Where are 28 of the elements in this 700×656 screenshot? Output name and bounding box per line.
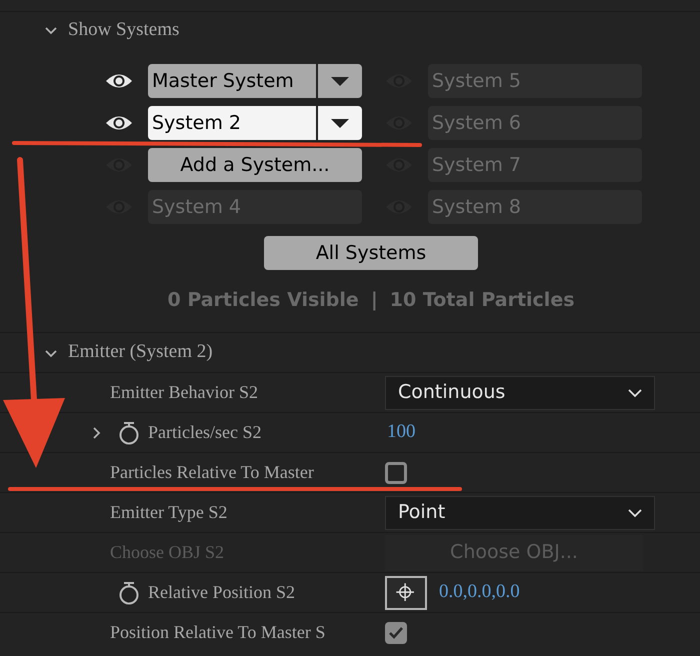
- property-label: Relative Position S2: [148, 581, 296, 604]
- section-title[interactable]: Show Systems: [68, 16, 180, 44]
- stopwatch-icon[interactable]: [118, 580, 140, 604]
- all-systems-button[interactable]: All Systems: [264, 236, 478, 270]
- property-label: Particles Relative To Master: [110, 461, 314, 484]
- property-label: Emitter Behavior S2: [110, 381, 258, 404]
- check-icon: [388, 626, 404, 640]
- system-dropdown[interactable]: Master System: [148, 64, 362, 98]
- value-number[interactable]: 100: [385, 418, 416, 447]
- separator-text: |: [370, 288, 378, 313]
- property-label: Emitter Type S2: [110, 501, 228, 524]
- property-label: Particles/sec S2: [148, 421, 262, 444]
- crosshair-icon[interactable]: [385, 576, 427, 610]
- value-dropdown[interactable]: Continuous: [385, 376, 655, 410]
- system-dropdown[interactable]: System 2: [148, 106, 362, 140]
- checkbox[interactable]: [385, 622, 407, 644]
- chevron-down-icon: [628, 388, 642, 398]
- property-label: Position Relative To Master S: [110, 621, 326, 644]
- position-value[interactable]: 0.0,0.0,0.0: [439, 578, 520, 607]
- total-count: 10 Total Particles: [390, 288, 575, 313]
- add-system-button[interactable]: Add a System...: [148, 148, 362, 182]
- property-label: Choose OBJ S2: [110, 541, 224, 564]
- chevron-down-icon: [628, 508, 642, 518]
- checkbox[interactable]: [385, 462, 407, 484]
- stopwatch-icon[interactable]: [118, 420, 140, 444]
- section-title[interactable]: Emitter (System 2): [68, 338, 213, 367]
- value-dropdown[interactable]: Point: [385, 496, 655, 530]
- visible-count: 0 Particles Visible: [167, 288, 359, 313]
